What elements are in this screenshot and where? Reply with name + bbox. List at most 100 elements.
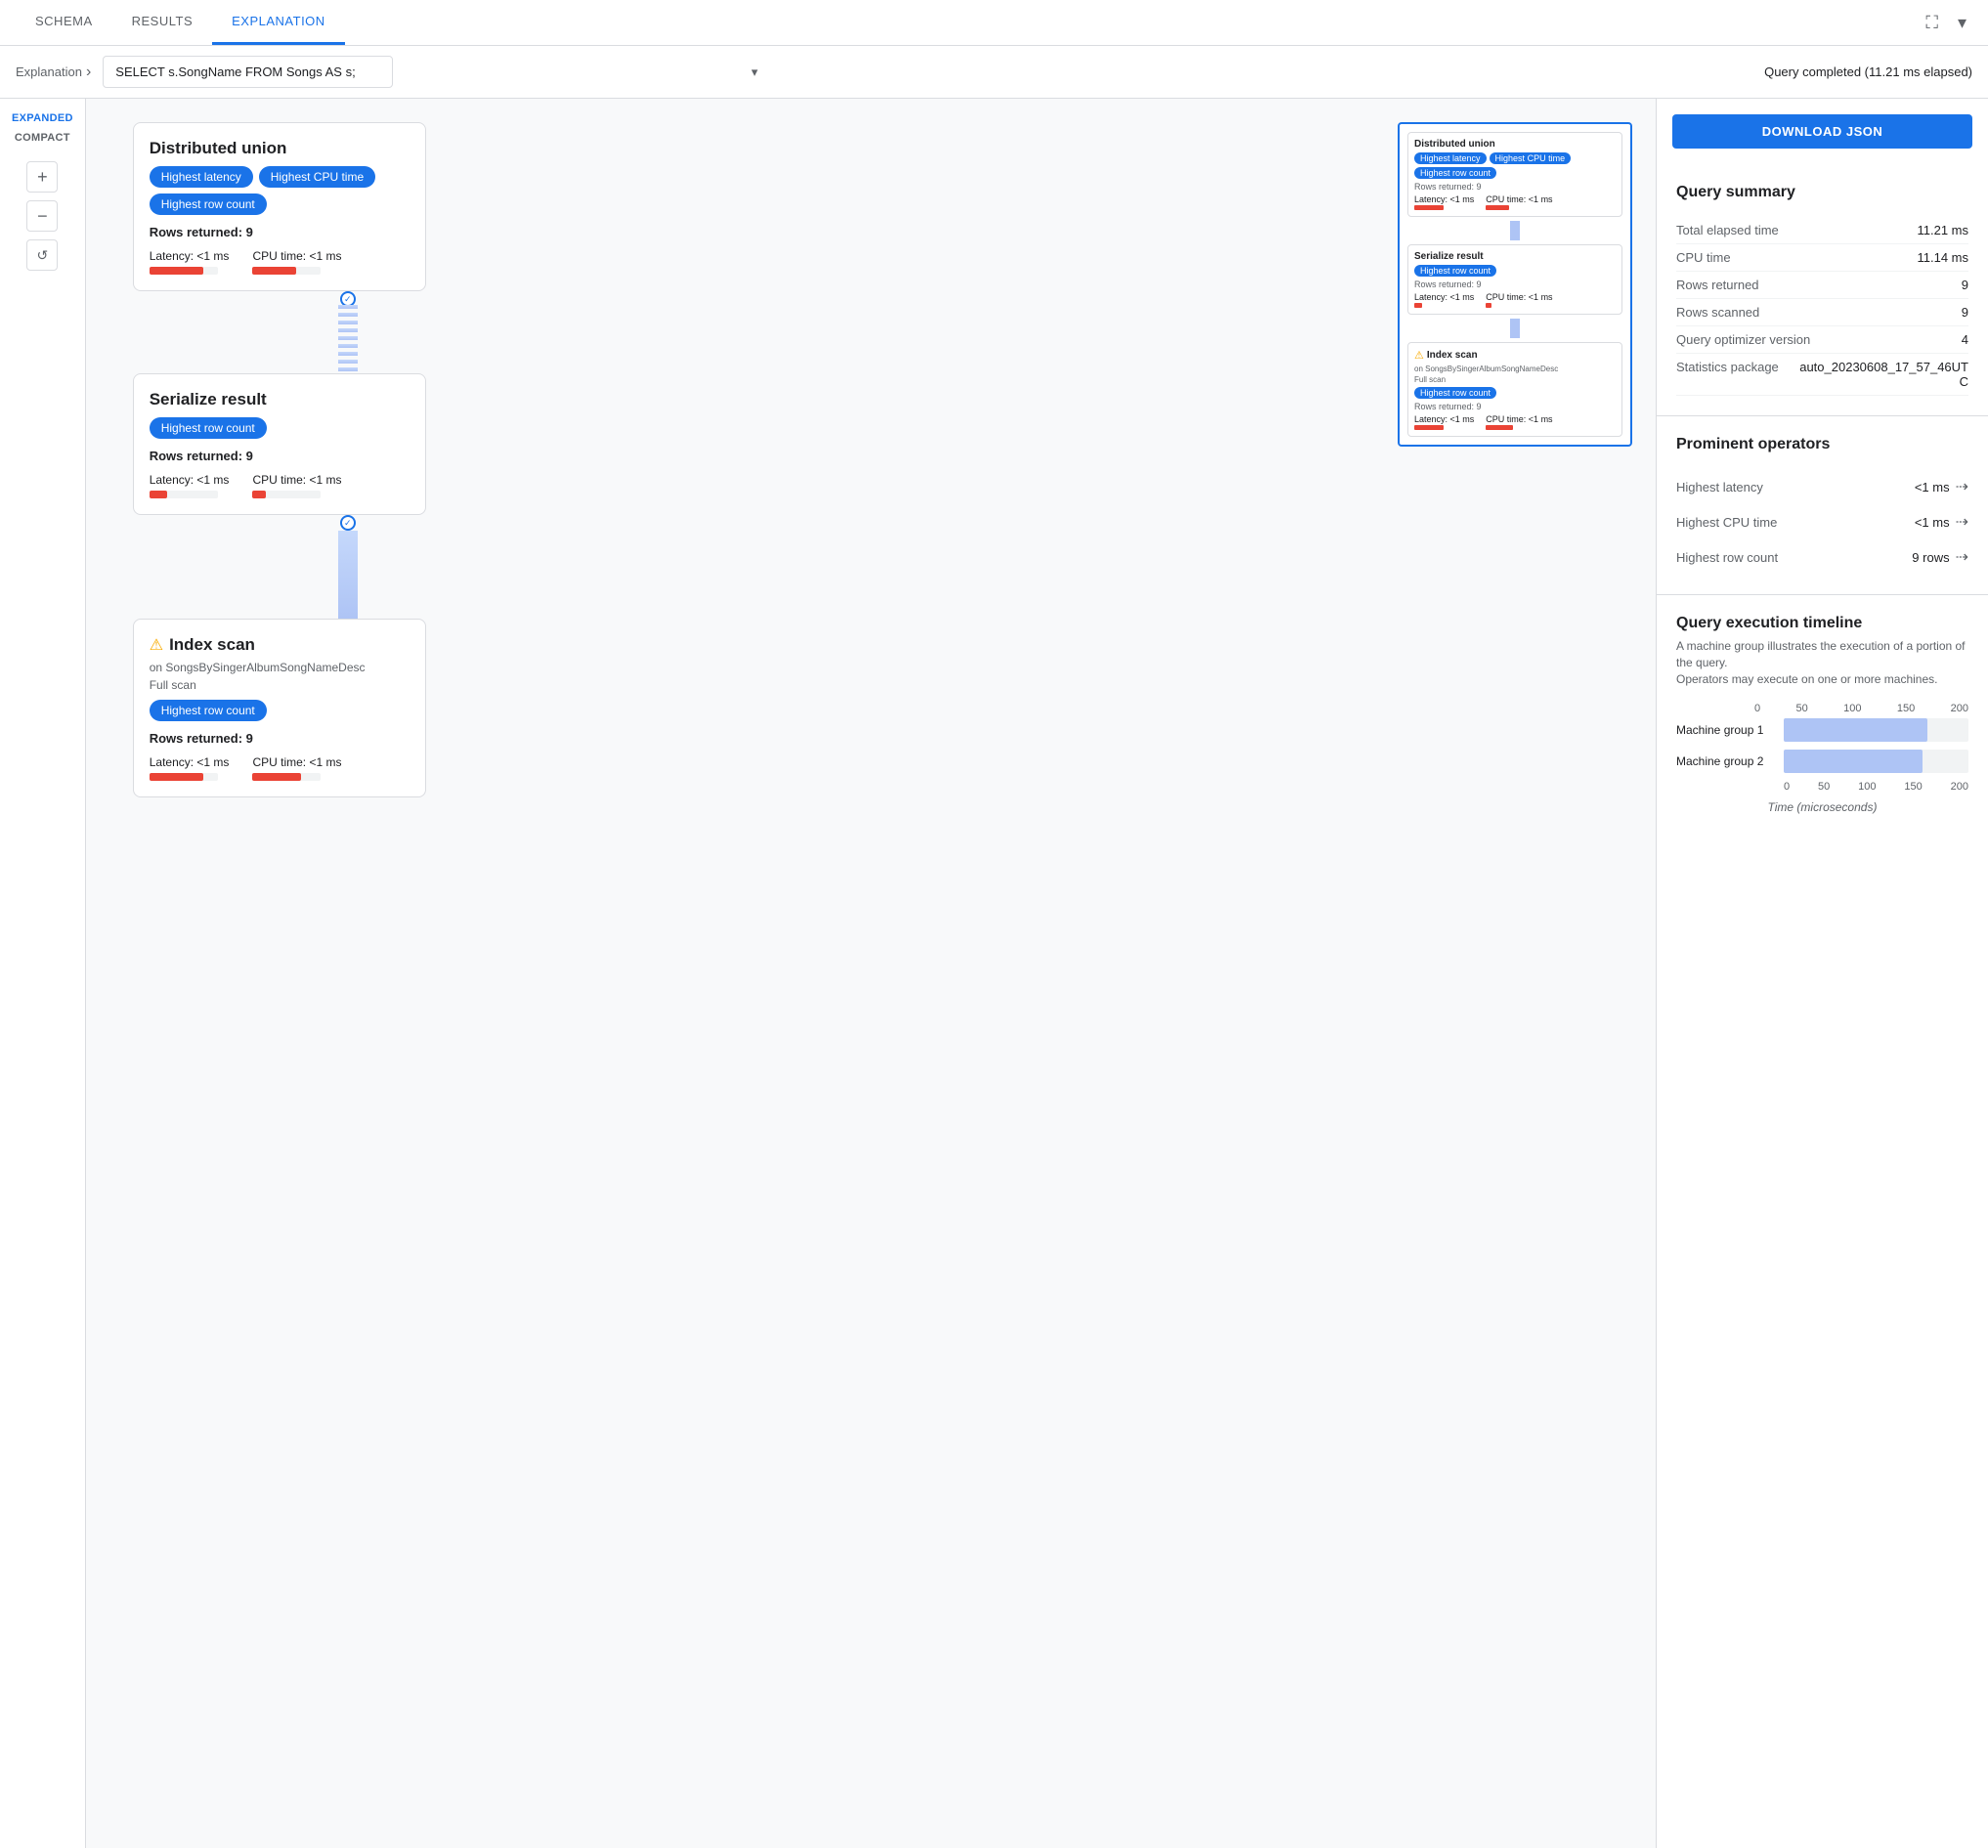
compact-view-btn[interactable]: COMPACT — [8, 130, 77, 146]
index-scan-full: Full scan — [150, 678, 410, 692]
index-scan-header: ⚠ Index scan — [150, 635, 410, 655]
query-bar: Explanation › SELECT s.SongName FROM Son… — [0, 46, 1988, 99]
bar-fill-0 — [1784, 718, 1927, 742]
right-panel: DOWNLOAD JSON Query summary Total elapse… — [1656, 99, 1988, 1848]
minimap-badge-rows3: Highest row count — [1414, 387, 1496, 399]
minimap-du-badges: Highest latency Highest CPU time Highest… — [1414, 152, 1616, 179]
minimap-connector-2 — [1510, 319, 1520, 338]
minimap-badge-cpu: Highest CPU time — [1490, 152, 1572, 164]
tabs-bar: SCHEMA RESULTS EXPLANATION ⛶ ▾ — [0, 0, 1988, 46]
axis-50-bot: 50 — [1818, 781, 1830, 793]
minimap-sr-latency-bar — [1414, 303, 1422, 308]
tab-results[interactable]: RESULTS — [112, 0, 213, 45]
axis-100-top: 100 — [1843, 703, 1861, 714]
latency-bar-fill-3 — [150, 773, 203, 781]
cpu-bar-2 — [252, 491, 321, 498]
summary-val-2: 9 — [1962, 278, 1968, 292]
query-select-wrap[interactable]: SELECT s.SongName FROM Songs AS s; — [103, 56, 767, 88]
checkmark-icon-1: ✓ — [344, 294, 352, 305]
axis-labels-top: 0 50 100 150 200 — [1676, 703, 1968, 714]
prominent-val-0: <1 ms ⇢ — [1915, 477, 1968, 496]
summary-val-3: 9 — [1962, 305, 1968, 320]
index-scan-title: Index scan — [169, 635, 255, 655]
prominent-row-1: Highest CPU time<1 ms ⇢ — [1676, 504, 1968, 539]
summary-key-3: Rows scanned — [1676, 305, 1759, 320]
prominent-val-2: 9 rows ⇢ — [1912, 547, 1968, 567]
query-summary-title: Query summary — [1676, 184, 1968, 201]
minimap-badge-rows2: Highest row count — [1414, 265, 1496, 277]
summary-row-0: Total elapsed time 11.21 ms — [1676, 217, 1968, 244]
latency-bar-1 — [150, 267, 218, 275]
latency-bar-3 — [150, 773, 218, 781]
cpu-label-1: CPU time: <1 ms — [252, 249, 341, 263]
connector-dot-2: ✓ — [340, 515, 356, 531]
summary-row-4: Query optimizer version4 — [1676, 326, 1968, 354]
main-content: EXPANDED COMPACT + − ↺ Distributed union… — [0, 99, 1988, 1848]
prominent-row-0: Highest latency <1 ms ⇢ — [1676, 469, 1968, 504]
latency-label-3: Latency: <1 ms — [150, 755, 230, 769]
distributed-union-metrics: Latency: <1 ms CPU time: <1 ms — [150, 249, 410, 275]
zoom-out-btn[interactable]: − — [26, 200, 58, 232]
connector-block-1 — [338, 305, 358, 373]
minimap-is-title: Index scan — [1427, 350, 1478, 361]
bar-track-0 — [1784, 718, 1968, 742]
distributed-union-card: Distributed union Highest latency Highes… — [133, 122, 426, 291]
distributed-union-badges: Highest latency Highest CPU time Highest… — [150, 166, 410, 215]
summary-key-4: Query optimizer version — [1676, 332, 1810, 347]
badge-highest-rows-3[interactable]: Highest row count — [150, 700, 267, 721]
tab-schema[interactable]: SCHEMA — [16, 0, 112, 45]
minimap-sr-title: Serialize result — [1414, 251, 1616, 262]
latency-bar-fill-1 — [150, 267, 203, 275]
chevron-right-icon: › — [86, 64, 91, 81]
axis-150-top: 150 — [1897, 703, 1915, 714]
expand-icon[interactable]: ▾ — [1952, 7, 1972, 39]
diagram-area: Distributed union Highest latency Highes… — [86, 99, 1656, 1848]
link-icon-0[interactable]: ⇢ — [1956, 477, 1968, 496]
minimap-du-title: Distributed union — [1414, 139, 1616, 150]
reset-zoom-btn[interactable]: ↺ — [26, 239, 58, 271]
tabs-right: ⛶ ▾ — [1920, 7, 1972, 39]
prominent-key-1: Highest CPU time — [1676, 515, 1777, 530]
badge-highest-latency-1[interactable]: Highest latency — [150, 166, 253, 188]
tabs-left: SCHEMA RESULTS EXPLANATION — [16, 0, 345, 45]
cpu-bar-3 — [252, 773, 321, 781]
prominent-key-2: Highest row count — [1676, 550, 1778, 565]
bar-fill-1 — [1784, 750, 1923, 773]
summary-key-0: Total elapsed time — [1676, 223, 1779, 237]
minimap-is-metrics: Latency: <1 ms CPU time: <1 ms — [1414, 414, 1616, 430]
breadcrumb: Explanation › — [16, 64, 91, 81]
axis-200-top: 200 — [1951, 703, 1968, 714]
fullscreen-icon[interactable]: ⛶ — [1920, 7, 1944, 39]
connector-1: ✓ — [133, 291, 426, 373]
minimap-is-cpu-bar — [1486, 425, 1513, 430]
prominent-key-0: Highest latency — [1676, 480, 1763, 494]
minimap-du-cpu-bar — [1486, 205, 1509, 210]
minimap-connector-1 — [1510, 221, 1520, 240]
download-json-btn[interactable]: DOWNLOAD JSON — [1672, 114, 1972, 149]
index-scan-rows: Rows returned: 9 — [150, 731, 410, 746]
minimap-badge-rows1: Highest row count — [1414, 167, 1496, 179]
zoom-in-btn[interactable]: + — [26, 161, 58, 193]
index-scan-badges: Highest row count — [150, 700, 410, 721]
summary-key-1: CPU time — [1676, 250, 1731, 265]
link-icon-1[interactable]: ⇢ — [1956, 512, 1968, 532]
axis-50-top: 50 — [1796, 703, 1808, 714]
summary-key-2: Rows returned — [1676, 278, 1759, 292]
serialize-result-badges: Highest row count — [150, 417, 410, 439]
link-icon-2[interactable]: ⇢ — [1956, 547, 1968, 567]
tab-explanation[interactable]: EXPLANATION — [212, 0, 345, 45]
bar-row-1: Machine group 2 — [1676, 750, 1968, 773]
minimap-is-full: Full scan — [1414, 375, 1616, 384]
expanded-view-btn[interactable]: EXPANDED — [8, 110, 77, 126]
badge-highest-rows-1[interactable]: Highest row count — [150, 193, 267, 215]
prominent-row-2: Highest row count 9 rows ⇢ — [1676, 539, 1968, 575]
summary-val-0: 11.21 ms — [1917, 223, 1968, 237]
serialize-result-rows: Rows returned: 9 — [150, 449, 410, 463]
badge-highest-cpu-1[interactable]: Highest CPU time — [259, 166, 375, 188]
query-select[interactable]: SELECT s.SongName FROM Songs AS s; — [103, 56, 393, 88]
bar-label-0: Machine group 1 — [1676, 723, 1784, 737]
badge-highest-rows-2[interactable]: Highest row count — [150, 417, 267, 439]
minimap-sr-badges: Highest row count — [1414, 265, 1616, 277]
summary-row-2: Rows returned 9 — [1676, 272, 1968, 299]
connector-2: ✓ — [133, 515, 426, 619]
